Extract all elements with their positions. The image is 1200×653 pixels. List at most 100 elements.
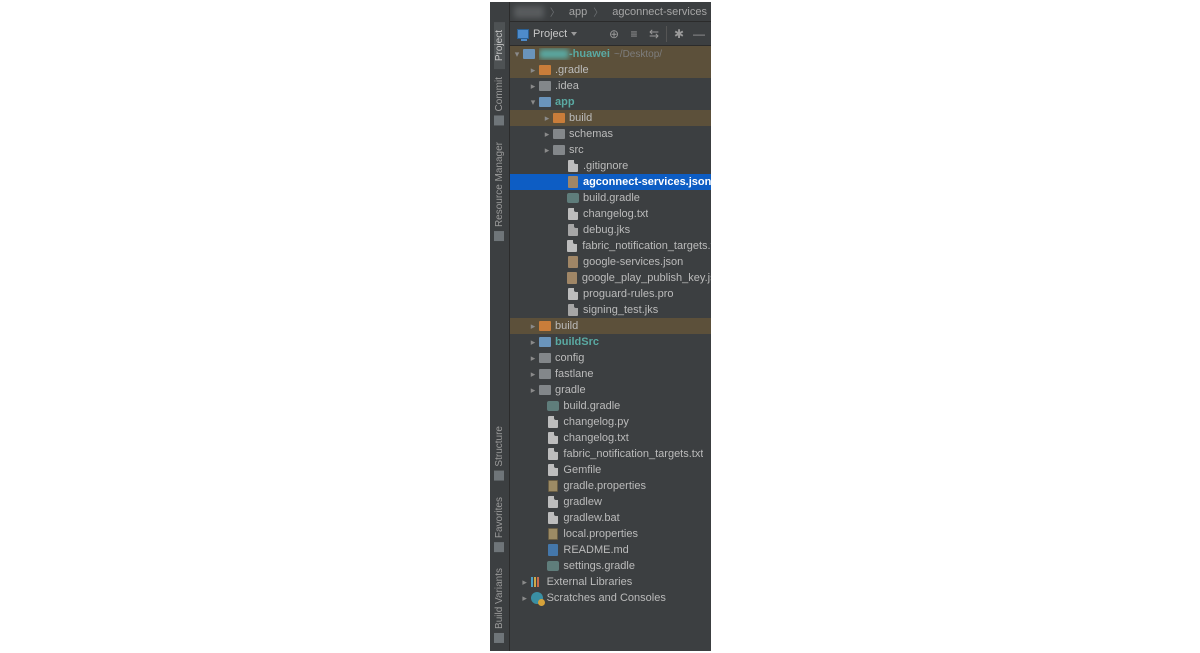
tree-item[interactable]: ▸src xyxy=(510,142,711,158)
fold-grey-icon xyxy=(538,352,552,364)
breadcrumb-app[interactable]: app xyxy=(566,6,587,18)
module-folder-icon xyxy=(522,48,536,60)
tree-item[interactable]: signing_test.jks xyxy=(510,302,711,318)
chevron-icon[interactable]: ▸ xyxy=(542,129,552,140)
chevron-icon[interactable]: ▸ xyxy=(528,321,538,332)
collapse-all-button[interactable]: ⇆ xyxy=(646,26,662,42)
tree-item[interactable]: ▸config xyxy=(510,350,711,366)
tree-item-label: build.gradle xyxy=(583,192,640,204)
locate-button[interactable]: ⊕ xyxy=(606,26,622,42)
chevron-icon[interactable]: ▸ xyxy=(528,81,538,92)
project-tree[interactable]: ▾ -huawei ~/Desktop/ ▸.gradle▸.idea▾app▸… xyxy=(510,46,711,651)
tree-item[interactable]: gradle.properties xyxy=(510,478,711,494)
tree-item[interactable]: ▸Scratches and Consoles xyxy=(510,590,711,606)
tree-item[interactable]: Gemfile xyxy=(510,462,711,478)
breadcrumb-sep-icon xyxy=(548,4,562,19)
tree-item[interactable]: google-services.json xyxy=(510,254,711,270)
file-dark-icon xyxy=(566,224,580,236)
chevron-icon[interactable]: ▸ xyxy=(520,577,530,588)
tree-item[interactable]: ▾app xyxy=(510,94,711,110)
tree-root[interactable]: ▾ -huawei ~/Desktop/ xyxy=(510,46,711,62)
file-txt-icon xyxy=(566,208,580,220)
scr-icon xyxy=(530,592,544,604)
fold-grey-icon xyxy=(552,128,566,140)
tree-item[interactable]: debug.jks xyxy=(510,222,711,238)
chevron-icon[interactable]: ▸ xyxy=(528,353,538,364)
expand-all-button[interactable]: ≡ xyxy=(626,26,642,42)
chevron-icon[interactable]: ▸ xyxy=(528,385,538,396)
chevron-down-icon[interactable]: ▾ xyxy=(512,49,522,60)
tree-item[interactable]: ▸build xyxy=(510,318,711,334)
file-txt-icon xyxy=(546,416,560,428)
tree-item-label: signing_test.jks xyxy=(583,304,658,316)
tree-item[interactable]: gradlew xyxy=(510,494,711,510)
chevron-icon[interactable]: ▾ xyxy=(528,97,538,108)
tree-item[interactable]: ▸gradle xyxy=(510,382,711,398)
fold-grey-icon xyxy=(538,80,552,92)
tree-item-label: gradlew.bat xyxy=(563,512,619,524)
fold-grey-icon xyxy=(552,144,566,156)
tree-item[interactable]: settings.gradle xyxy=(510,558,711,574)
tree-item[interactable]: build.gradle xyxy=(510,190,711,206)
breadcrumb-sep-icon xyxy=(591,4,605,19)
tree-item[interactable]: README.md xyxy=(510,542,711,558)
sidetab-resource-manager[interactable]: Resource Manager xyxy=(494,134,505,249)
tree-item[interactable]: ▸buildSrc xyxy=(510,334,711,350)
tree-item[interactable]: gradlew.bat xyxy=(510,510,711,526)
chevron-icon[interactable]: ▸ xyxy=(528,369,538,380)
sidetab-commit[interactable]: Commit xyxy=(494,69,505,133)
tree-item[interactable]: fabric_notification_targets.txt xyxy=(510,446,711,462)
chevron-icon[interactable]: ▸ xyxy=(542,145,552,156)
fold-orange-icon xyxy=(538,64,552,76)
json-icon xyxy=(566,256,580,268)
tree-item[interactable]: changelog.py xyxy=(510,414,711,430)
tree-item[interactable]: .gitignore xyxy=(510,158,711,174)
tree-item[interactable]: ▸External Libraries xyxy=(510,574,711,590)
tree-item-label: fabric_notification_targets.txt xyxy=(582,240,711,252)
chevron-icon[interactable]: ▸ xyxy=(528,65,538,76)
breadcrumb-root-blurred xyxy=(514,6,544,18)
file-txt-icon xyxy=(565,240,579,252)
tree-item-label: Gemfile xyxy=(563,464,601,476)
tree-item[interactable]: changelog.txt xyxy=(510,430,711,446)
file-txt-icon xyxy=(566,288,580,300)
chevron-icon[interactable]: ▸ xyxy=(542,113,552,124)
chevron-icon[interactable]: ▸ xyxy=(528,337,538,348)
tree-item[interactable]: ▸.idea xyxy=(510,78,711,94)
prop-icon xyxy=(546,480,560,492)
tree-item[interactable]: ▸fastlane xyxy=(510,366,711,382)
breadcrumb: app agconnect-services xyxy=(510,2,711,22)
tree-item[interactable]: build.gradle xyxy=(510,398,711,414)
fold-orange-icon xyxy=(538,320,552,332)
tree-item-label: schemas xyxy=(569,128,613,140)
tree-item[interactable]: changelog.txt xyxy=(510,206,711,222)
sidetab-build-variants[interactable]: Build Variants xyxy=(494,560,505,651)
file-txt-icon xyxy=(546,464,560,476)
hide-button[interactable]: — xyxy=(691,26,707,42)
tree-item[interactable]: fabric_notification_targets.txt xyxy=(510,238,711,254)
tree-item[interactable]: ▸build xyxy=(510,110,711,126)
settings-button[interactable]: ✱ xyxy=(671,26,687,42)
sidetab-structure[interactable]: Structure xyxy=(494,418,505,489)
tree-item-selected[interactable]: agconnect-services.json xyxy=(510,174,711,190)
file-txt-icon xyxy=(566,160,580,172)
view-mode-selector[interactable]: Project xyxy=(514,27,580,41)
tree-item-label: settings.gradle xyxy=(563,560,635,572)
tree-item-label: proguard-rules.pro xyxy=(583,288,674,300)
sidetab-project[interactable]: Project xyxy=(494,22,505,69)
tree-item-label: gradlew xyxy=(563,496,602,508)
file-txt-icon xyxy=(546,496,560,508)
breadcrumb-file[interactable]: agconnect-services xyxy=(609,6,707,18)
tree-item-label: local.properties xyxy=(563,528,638,540)
project-toolbar: Project ⊕ ≡ ⇆ ✱ — xyxy=(510,22,711,46)
tree-item[interactable]: local.properties xyxy=(510,526,711,542)
tree-item[interactable]: google_play_publish_key.json xyxy=(510,270,711,286)
tree-item[interactable]: proguard-rules.pro xyxy=(510,286,711,302)
md-icon xyxy=(546,544,560,556)
chevron-icon[interactable]: ▸ xyxy=(520,593,530,604)
tree-item[interactable]: ▸ schemas xyxy=(510,126,711,142)
tree-item[interactable]: ▸.gradle xyxy=(510,62,711,78)
tree-item-label: agconnect-services.json xyxy=(583,176,711,188)
tree-item-label: README.md xyxy=(563,544,628,556)
sidetab-favorites[interactable]: Favorites xyxy=(494,489,505,560)
